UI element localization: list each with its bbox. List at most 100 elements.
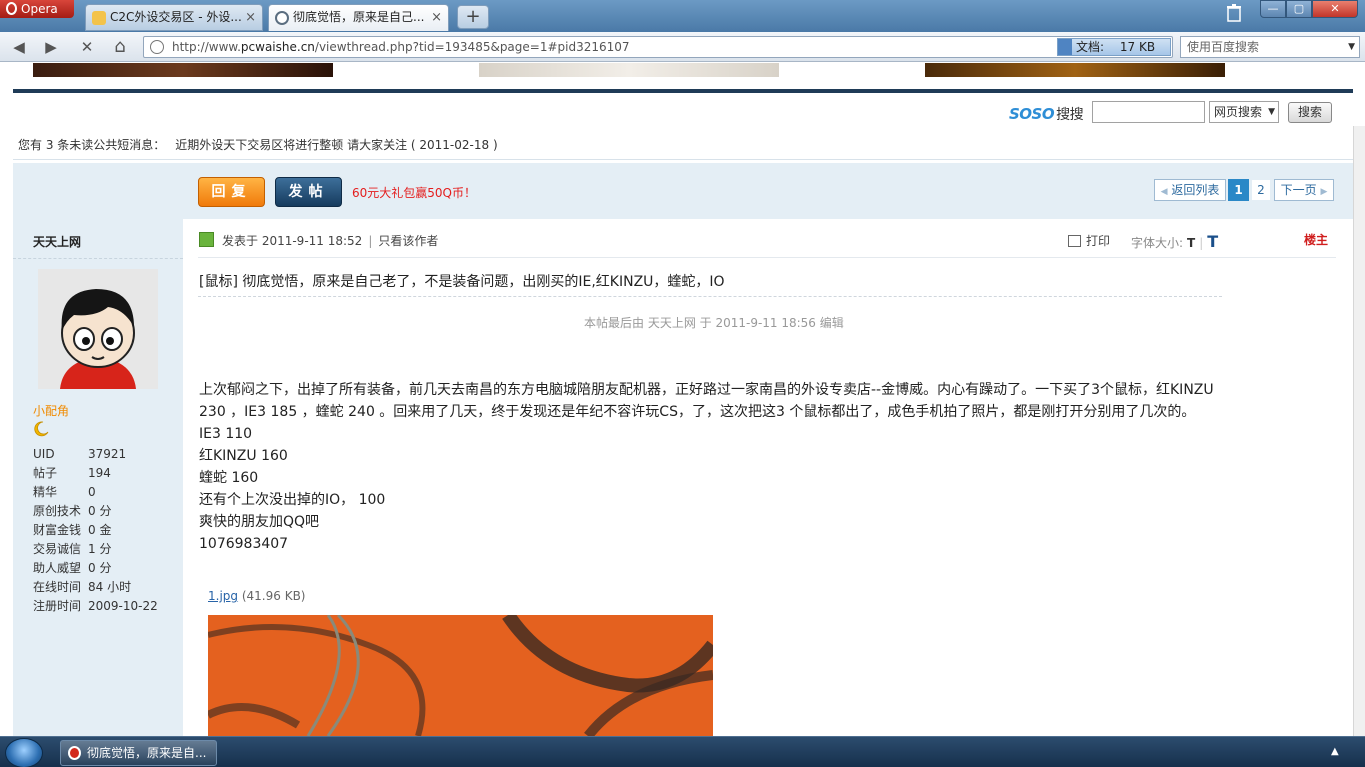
author-name-link[interactable]: 天天上网 <box>33 233 81 250</box>
windows-taskbar: 彻底觉悟，原来是自... ▲ <box>0 736 1365 767</box>
stat-row: UID 37921 <box>33 447 127 461</box>
moon-rank-icon <box>33 421 49 437</box>
trash-icon[interactable] <box>1224 4 1244 26</box>
stat-row: 在线时间 84 小时 <box>33 580 132 594</box>
promo-link[interactable]: 60元大礼包赢50Q币！ <box>352 184 476 201</box>
url-prefix: http://www. <box>172 40 241 54</box>
browser-tab-bar: Opera C2C外设交易区 - 外设... × 彻底觉悟，原来是自己... ×… <box>0 0 1365 32</box>
banner-ad-right[interactable] <box>925 63 1225 77</box>
public-message-notice: 您有 3 条未读公共短消息： 近期外设天下交易区将进行整顿 请大家关注 ( 201… <box>18 136 498 153</box>
new-post-button[interactable]: 发帖 <box>275 177 342 207</box>
back-button[interactable]: ◀ <box>8 36 30 58</box>
post-body: 上次郁闷之下，出掉了所有装备，前几天去南昌的东方电脑城陪朋友配机器，正好路过一家… <box>199 379 1229 555</box>
tab-title: C2C外设交易区 - 外设... <box>110 10 242 24</box>
post-line: 爽快的朋友加QQ吧 <box>199 514 320 530</box>
window-minimize-button[interactable]: — <box>1260 0 1286 18</box>
soso-search-input[interactable] <box>1092 101 1205 123</box>
soso-logo: SOSO 搜搜 <box>1009 105 1084 123</box>
attachment-link[interactable]: 1.jpg <box>208 589 238 603</box>
window-close-button[interactable]: ✕ <box>1312 0 1358 18</box>
web-page: SOSO 搜搜 网页搜索 ▼ 搜索 您有 3 条未读公共短消息： 近期外设天下交易区… <box>0 63 1365 736</box>
stat-row: 精华 0 <box>33 485 96 499</box>
printer-icon <box>1068 235 1081 247</box>
post-meta: 发表于 2011-9-11 18:52 | 只看该作者 <box>222 234 439 248</box>
trash-icon-svg <box>1227 4 1241 22</box>
online-status-icon <box>199 232 214 247</box>
forum-container: SOSO 搜搜 网页搜索 ▼ 搜索 您有 3 条未读公共短消息： 近期外设天下交易区… <box>13 63 1353 736</box>
chevron-right-icon: ▶ <box>1320 187 1328 197</box>
post-title: [鼠标] 彻底觉悟，原来是自己老了，不是装备问题，出刚买的IE,红KINZU，蝰… <box>199 274 725 290</box>
tray-expand-icon[interactable]: ▲ <box>1331 746 1339 757</box>
page-1-button[interactable]: 1 <box>1228 179 1249 201</box>
globe-icon <box>150 40 164 54</box>
url-path: /viewthread.php?tid=193485&page=1#pid321… <box>314 40 630 54</box>
banner-ad-center[interactable] <box>479 63 779 77</box>
stat-row: 财富金钱 0 金 <box>33 523 112 537</box>
taskbar-opera-window[interactable]: 彻底觉悟，原来是自... <box>60 740 217 766</box>
doc-size-label: 文档: <box>1076 40 1105 54</box>
chevron-down-icon: ▼ <box>1268 107 1275 117</box>
post-line: 1076983407 <box>199 536 289 552</box>
folder-icon <box>92 11 106 25</box>
address-input[interactable]: http://www.pcwaishe.cn/viewthread.php?ti… <box>143 36 1173 58</box>
opera-icon <box>68 746 81 760</box>
forward-button[interactable]: ▶ <box>40 36 62 58</box>
address-toolbar: ◀ ▶ ✕ ⌂ http://www.pcwaishe.cn/viewthrea… <box>0 32 1365 62</box>
post-line: 红KINZU 160 <box>199 448 288 464</box>
stat-row: 帖子 194 <box>33 466 111 480</box>
edit-note: 本帖最后由 天天上网 于 2011-9-11 18:56 编辑 <box>584 316 844 330</box>
reply-button[interactable]: 回复 <box>198 177 265 207</box>
window-maximize-button[interactable]: ▢ <box>1286 0 1312 18</box>
header-divider <box>13 89 1353 93</box>
author-stats: UID 37921 帖子 194 精华 0 原创技术 0 分 财富金钱 0 金 交易诚信 1… <box>33 445 158 616</box>
chevron-down-icon[interactable]: ▼ <box>1348 37 1355 57</box>
floor-label: 楼主 <box>1304 233 1329 247</box>
cartoon-avatar-icon <box>38 269 158 389</box>
doc-size: 17 KB <box>1119 40 1156 54</box>
vertical-scrollbar[interactable] <box>1353 126 1365 736</box>
page-2-button[interactable]: 2 <box>1251 179 1271 201</box>
chevron-left-icon: ◀ <box>1160 187 1168 197</box>
back-to-list-button[interactable]: ◀ 返回列表 <box>1154 179 1226 201</box>
unread-messages-link[interactable]: 您有 3 条未读公共短消息： <box>18 138 165 152</box>
font-size-control: 字体大小: T | T <box>1131 232 1219 251</box>
soso-search-button[interactable]: 搜索 <box>1288 102 1332 123</box>
post-line: 还有个上次没出掉的IO， 100 <box>199 492 386 508</box>
soso-search-type-select[interactable]: 网页搜索 ▼ <box>1209 101 1279 123</box>
home-button[interactable]: ⌂ <box>109 36 131 58</box>
attachment-size: (41.96 KB) <box>241 589 306 603</box>
notice-link[interactable]: 近期外设天下交易区将进行整顿 请大家关注 ( 2011-02-18 ) <box>175 138 497 152</box>
only-author-link[interactable]: 只看该作者 <box>378 234 438 248</box>
next-page-button[interactable]: 下一页 ▶ <box>1274 179 1334 201</box>
font-small-button[interactable]: T <box>1187 236 1195 250</box>
stat-row: 助人威望 0 分 <box>33 561 112 575</box>
url-domain: pcwaishe.cn <box>240 40 315 54</box>
stat-row: 交易诚信 1 分 <box>33 542 112 556</box>
tab-title: 彻底觉悟，原来是自己... <box>293 10 425 24</box>
avatar[interactable] <box>38 269 158 389</box>
print-link[interactable]: 打印 <box>1068 232 1110 249</box>
opera-menu-button[interactable]: Opera <box>0 0 74 18</box>
attachment-image[interactable] <box>208 615 713 736</box>
tab-close-icon[interactable]: × <box>245 5 256 30</box>
new-tab-button[interactable]: + <box>457 5 489 29</box>
photo-image-icon <box>208 615 713 736</box>
post-line: 230 ，IE3 185 ，蝰蛇 240 。回来用了几天，终于发现还是年纪不容许… <box>199 404 1196 420</box>
post-time: 发表于 2011-9-11 18:52 <box>222 234 363 248</box>
font-large-button[interactable]: T <box>1207 232 1218 251</box>
start-button[interactable] <box>5 738 43 767</box>
stat-row: 原创技术 0 分 <box>33 504 112 518</box>
post-line: 上次郁闷之下，出掉了所有装备，前几天去南昌的东方电脑城陪朋友配机器，正好路过一家… <box>199 382 1214 398</box>
browser-search-input[interactable]: 使用百度搜索 ▼ <box>1180 36 1360 58</box>
attachment-info: 1.jpg (41.96 KB) <box>208 589 306 603</box>
page-icon <box>275 11 289 25</box>
stop-button[interactable]: ✕ <box>76 36 98 58</box>
tab-c2c-trade[interactable]: C2C外设交易区 - 外设... × <box>85 4 263 31</box>
tab-current-thread[interactable]: 彻底觉悟，原来是自己... × <box>268 4 449 31</box>
tab-close-icon[interactable]: × <box>431 5 442 30</box>
banner-ad-left[interactable] <box>33 63 333 77</box>
opera-logo-icon <box>6 2 17 15</box>
post-line: 蝰蛇 160 <box>199 470 259 486</box>
stat-row: 注册时间 2009-10-22 <box>33 599 158 613</box>
load-progress: 文档: 17 KB <box>1057 38 1171 56</box>
